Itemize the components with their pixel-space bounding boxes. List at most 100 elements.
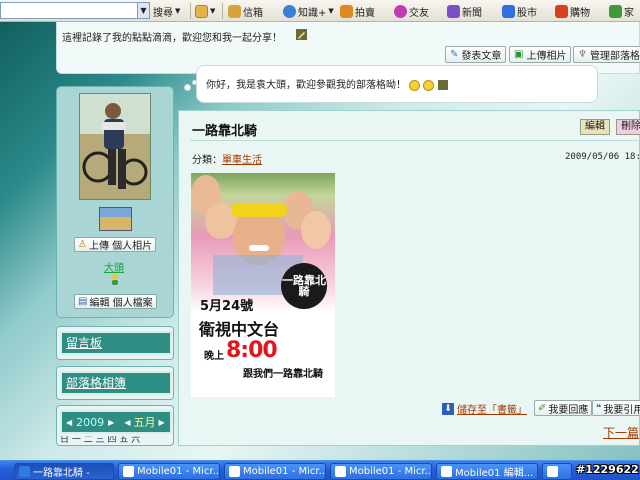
ie-icon [335, 466, 346, 477]
poster-time: 8:00 [226, 338, 278, 363]
poster-follow-text: 跟我們一路靠北騎 [243, 369, 323, 380]
toolbar-item-mail[interactable]: 信箱 [228, 3, 263, 19]
news-icon [447, 4, 460, 18]
reply-icon: ✐ [538, 402, 547, 414]
username-link[interactable]: 大頭 [104, 259, 124, 274]
mail-icon [228, 4, 241, 18]
save-to-bookmark-link[interactable]: ⬇ 儲存至「書籤」 [442, 401, 527, 416]
watermark: #1229622 [576, 463, 639, 476]
upload-personal-photo-label: 上傳 個人相片 [88, 241, 153, 252]
reply-button[interactable]: ✐ 我要回應 [534, 400, 593, 416]
toolbar-item-stock[interactable]: 股市 [502, 3, 537, 19]
category-link[interactable]: 單車生活 [222, 151, 262, 166]
toolbar-item-label: 拍賣 [355, 7, 375, 19]
smiley-icon [409, 79, 421, 91]
toolbar-item-news[interactable]: 新聞 [447, 3, 482, 19]
post-article-icon: ✎ [450, 49, 459, 60]
auction-icon [340, 4, 353, 18]
toolbar-divider [222, 3, 223, 19]
prev-year-icon[interactable]: ◀ [66, 418, 72, 427]
quote-icon: ❝ [596, 402, 602, 414]
manage-blog-button[interactable]: ♆ 管理部落格 [573, 46, 640, 63]
toolbar-item-knowledge[interactable]: 知識+ ▼ [283, 3, 334, 19]
smiley-icon [423, 79, 435, 91]
toolbar-item-label: 股市 [517, 7, 537, 19]
greeting-text: 你好，我是袁大頭，歡迎參觀我的部落格呦！ [206, 80, 406, 91]
edit-profile-button[interactable]: ▤ 編輯 個人檔案 [74, 294, 157, 309]
post-title: 一路靠北騎 [192, 124, 258, 139]
poster-evening: 晚上 [204, 351, 224, 362]
taskbar-task[interactable] [542, 463, 572, 480]
post-article-button[interactable]: ✎ 發表文章 [445, 46, 507, 63]
poster-logo: 一路靠北騎 [281, 263, 327, 309]
toolbar-item-label: 家 [624, 7, 634, 19]
toolbar-item-friends[interactable]: 交友 [394, 3, 429, 19]
poster-date: 5月24號 [200, 299, 254, 314]
bubble-tail [184, 84, 191, 91]
toolbar-item-shopping[interactable]: 購物 [555, 3, 590, 19]
search-button[interactable]: 搜尋 ▼ [153, 3, 180, 19]
post-article-label: 發表文章 [461, 51, 502, 62]
poster-channel: 衛視中文台 [199, 320, 280, 339]
delete-post-button[interactable]: 刪除 [616, 119, 640, 135]
edit-pencil-icon[interactable] [296, 29, 307, 40]
next-month-icon[interactable]: ▶ [158, 418, 164, 427]
home-icon [609, 4, 622, 18]
upload-photo-label: 上傳相片 [526, 51, 567, 62]
upload-personal-photo-button[interactable]: ♙ 上傳 個人相片 [74, 237, 157, 252]
post-date: 2009/05/06 18:5 [565, 152, 640, 162]
task-label: Mobile01 - Micr... [243, 466, 326, 477]
ie-icon [547, 466, 558, 477]
search-input[interactable] [0, 2, 138, 19]
taskbar-task[interactable]: 一路靠北騎 - [14, 463, 114, 480]
calendar-month: 五月 [133, 416, 156, 429]
toolbar-item-auction[interactable]: 拍賣 [340, 3, 375, 19]
user-status-icon [112, 274, 118, 285]
calendar-year: 2009 [76, 415, 105, 429]
quote-label: 我要引用 [603, 404, 640, 416]
user-icon: ♙ [78, 239, 87, 250]
taskbar-task[interactable]: Mobile01 - Micr... [224, 463, 326, 480]
blog-tagline: 這裡記錄了我的點點滴滴，歡迎您和我一起分享！ [62, 33, 282, 44]
upload-photo-button[interactable]: ▣ 上傳相片 [509, 46, 572, 63]
download-icon: ⬇ [442, 402, 454, 415]
friends-icon [394, 4, 407, 18]
prev-month-icon[interactable]: ◀ [124, 418, 130, 427]
tools-icon: ♆ [578, 49, 587, 60]
task-label: Mobile01 編輯... [455, 468, 534, 479]
toolbar-item-label: 知識+ [298, 7, 327, 19]
toolbar-item-home[interactable]: 家 [609, 3, 634, 19]
search-dropdown-chevron-down-icon[interactable]: ▼ [138, 2, 150, 19]
task-label: Mobile01 - Micr... [137, 466, 220, 477]
quote-button[interactable]: ❝ 我要引用 [592, 400, 640, 416]
browser-toolbar: ▼ 搜尋 ▼ ▼ 信箱 知識+ ▼ 拍賣 交友 新聞 股市 購物 家 [0, 0, 640, 22]
greeting-row: 你好，我是袁大頭，歡迎參觀我的部落格呦！ [206, 76, 448, 91]
taskbar-task[interactable]: Mobile01 - Micr... [330, 463, 432, 480]
profile-photo[interactable] [79, 93, 151, 200]
photo-icon: ▣ [514, 49, 524, 60]
next-year-icon[interactable]: ▶ [108, 418, 114, 427]
taskbar-task[interactable]: Mobile01 - Micr... [118, 463, 220, 480]
poster-smile [249, 245, 269, 251]
toolbar-item-label: 購物 [570, 7, 590, 19]
ie-icon [229, 466, 240, 477]
toolbar-item-label: 交友 [409, 7, 429, 19]
edit-post-button[interactable]: 編輯 [580, 119, 610, 135]
profile-card-icon: ▤ [78, 296, 88, 307]
shopping-icon [555, 4, 568, 18]
toolbar-item-label: 新聞 [462, 7, 482, 19]
ie-icon [19, 466, 30, 477]
taskbar-task[interactable]: Mobile01 編輯... [436, 463, 538, 480]
next-post-link[interactable]: 下一篇 [603, 424, 639, 441]
highlight-icon [195, 4, 208, 18]
task-label: 一路靠北騎 - [33, 468, 90, 479]
guestbook-link[interactable]: 留言板 [60, 331, 172, 355]
toolbar-options-button[interactable]: ▼ [195, 3, 215, 19]
knowledge-icon [283, 4, 296, 18]
save-to-bookmark-label: 儲存至「書籤」 [457, 405, 527, 416]
edit-pencil-icon[interactable] [437, 80, 448, 90]
profile-thumbnail[interactable] [99, 207, 132, 231]
blog-album-link[interactable]: 部落格相簿 [60, 371, 172, 395]
ie-icon [123, 466, 134, 477]
post-divider [190, 140, 640, 141]
